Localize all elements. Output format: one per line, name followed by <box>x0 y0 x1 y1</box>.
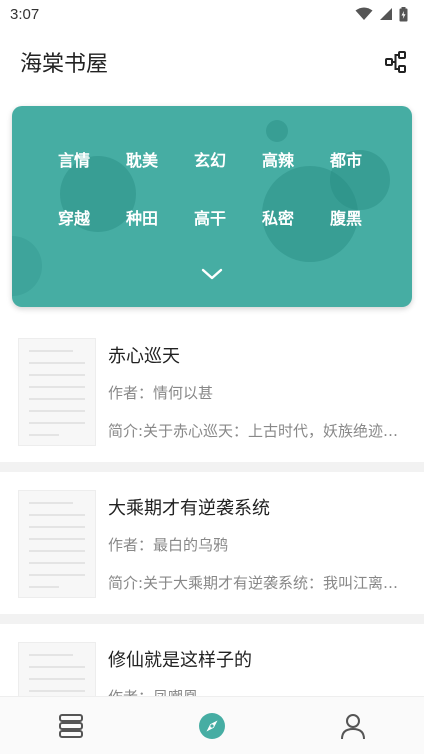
list-item[interactable]: 修仙就是这样子的 作者：凤嘲凰 <box>0 624 424 696</box>
app-header: 海棠书屋 <box>0 40 424 84</box>
status-time: 3:07 <box>10 5 40 23</box>
book-author: 作者：凤嘲凰 <box>108 686 198 696</box>
category-fuhei[interactable]: 腹黑 <box>312 208 380 230</box>
book-title: 修仙就是这样子的 <box>108 650 252 671</box>
divider <box>0 462 424 472</box>
category-dushi[interactable]: 都市 <box>312 150 380 172</box>
book-cover-placeholder-icon <box>29 350 85 436</box>
category-chuanyue[interactable]: 穿越 <box>40 208 108 230</box>
book-title: 赤心巡天 <box>108 346 180 367</box>
wifi-icon <box>355 7 373 20</box>
book-author: 作者：情何以甚 <box>108 384 214 402</box>
category-card: 言情 耽美 玄幻 高辣 都市 穿越 种田 高干 私密 腹黑 <box>12 106 412 307</box>
nav-bookshelf-button[interactable] <box>51 706 91 746</box>
expand-categories-button[interactable] <box>200 266 224 282</box>
status-icons <box>355 6 408 22</box>
list-item[interactable]: 大乘期才有逆袭系统 作者：最白的乌鸦 简介:关于大乘期才有逆袭系统：我叫江离… <box>0 472 424 614</box>
book-cover-placeholder-icon <box>29 654 85 692</box>
share-nodes-icon <box>385 51 406 73</box>
category-danmei[interactable]: 耽美 <box>108 150 176 172</box>
category-gaogan[interactable]: 高干 <box>176 208 244 230</box>
category-yanqing[interactable]: 言情 <box>40 150 108 172</box>
chevron-down-icon <box>201 268 223 280</box>
book-cover-placeholder-icon <box>29 502 85 588</box>
status-bar: 3:07 <box>0 0 424 28</box>
book-author: 作者：最白的乌鸦 <box>108 536 229 554</box>
decor-bubble <box>12 236 42 296</box>
book-cover <box>18 642 96 696</box>
list-item[interactable]: 赤心巡天 作者：情何以甚 简介:关于赤心巡天：上古时代，妖族绝迹… <box>0 320 424 462</box>
book-cover <box>18 338 96 446</box>
category-simi[interactable]: 私密 <box>244 208 312 230</box>
nav-discover-button[interactable] <box>192 706 232 746</box>
decor-bubble <box>266 120 288 142</box>
divider <box>0 614 424 624</box>
book-cover <box>18 490 96 598</box>
book-list: 赤心巡天 作者：情何以甚 简介:关于赤心巡天：上古时代，妖族绝迹… 大乘期才有逆… <box>0 320 424 696</box>
battery-icon <box>399 6 408 21</box>
category-xuanhuan[interactable]: 玄幻 <box>176 150 244 172</box>
book-intro: 简介:关于大乘期才有逆袭系统：我叫江离… <box>108 574 399 592</box>
bottom-nav <box>0 696 424 754</box>
bookshelf-icon <box>58 713 83 738</box>
category-grid: 言情 耽美 玄幻 高辣 都市 穿越 种田 高干 私密 腹黑 <box>40 150 390 230</box>
book-intro: 简介:关于赤心巡天：上古时代，妖族绝迹… <box>108 422 399 440</box>
signal-icon <box>380 8 392 20</box>
nav-profile-button[interactable] <box>333 706 373 746</box>
category-gaola[interactable]: 高辣 <box>244 150 312 172</box>
user-icon <box>341 713 366 739</box>
page-title: 海棠书屋 <box>20 52 109 77</box>
category-zhongtian[interactable]: 种田 <box>108 208 176 230</box>
book-title: 大乘期才有逆袭系统 <box>108 498 270 519</box>
compass-icon <box>198 712 225 739</box>
share-button[interactable] <box>382 48 410 76</box>
